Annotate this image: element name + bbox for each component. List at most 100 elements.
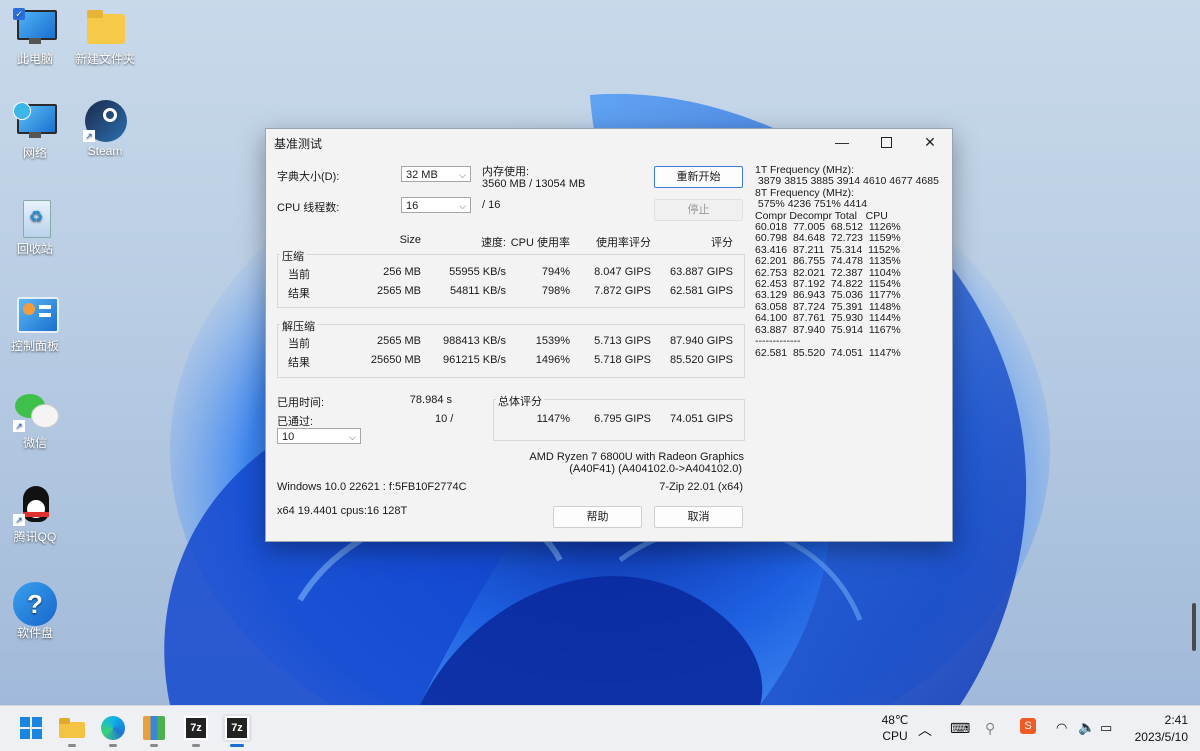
taskbar-7zip-1[interactable]: 7z xyxy=(182,714,210,747)
7zip-icon: 7z xyxy=(184,716,208,740)
decompress-group xyxy=(277,324,745,378)
ime-icon: ⚲ xyxy=(985,720,996,736)
maximize-button[interactable] xyxy=(864,129,908,155)
cancel-button[interactable]: 取消 xyxy=(654,506,743,528)
passed-label: 已通过: xyxy=(277,416,314,428)
total-rating: 74.051 GIPS xyxy=(670,413,733,425)
recycle-bin-icon: ♻ xyxy=(13,198,57,238)
threads-select[interactable]: 16 ⌵ xyxy=(401,197,471,213)
windows-logo-icon xyxy=(20,717,42,739)
log-line: ------------- xyxy=(755,335,801,348)
taskbar-edge[interactable] xyxy=(99,714,127,747)
row-label: 当前 xyxy=(288,269,310,281)
desktop-icon-this-pc[interactable]: ✓ 此电脑 xyxy=(3,8,67,66)
qq-icon: ↗ xyxy=(13,486,57,526)
threads-label: CPU 线程数: xyxy=(277,202,340,214)
desktop-icon-label: Steam xyxy=(87,144,123,158)
header-rating: 评分 xyxy=(711,237,733,249)
desktop-icon-network[interactable]: 网络 xyxy=(3,102,67,160)
taskbar-7zip-2[interactable]: 7z xyxy=(222,714,252,747)
row-speed: 961215 KB/s xyxy=(443,354,506,366)
os-info: Windows 10.0 22621 : f:5FB10F2774C xyxy=(277,481,467,493)
title-bar[interactable]: 基准测试 — ✕ xyxy=(266,129,952,155)
scrollbar-thumb[interactable] xyxy=(1192,603,1196,651)
wifi-button[interactable]: ◠ xyxy=(1056,720,1067,736)
desktop-icon-qq[interactable]: ↗ 腾讯QQ xyxy=(3,486,67,544)
battery-icon: ▭ xyxy=(1100,720,1113,735)
chevron-up-icon: ︿ xyxy=(918,722,932,738)
row-label: 结果 xyxy=(288,288,310,300)
desktop-icon-recycle-bin[interactable]: ♻ 回收站 xyxy=(3,198,67,256)
desktop-icon-new-folder[interactable]: 新建文件夹 xyxy=(73,8,137,66)
row-size: 25650 MB xyxy=(370,354,421,366)
log-line: 62.201 86.755 74.478 1135% xyxy=(755,255,901,268)
elapsed-value: 78.984 s xyxy=(409,394,452,406)
cpu-temperature[interactable]: 48℃ CPU xyxy=(880,713,910,743)
steam-icon: ↗ xyxy=(83,100,127,142)
total-rating-title: 总体评分 xyxy=(496,393,544,409)
minimize-button[interactable]: — xyxy=(820,129,864,155)
7zip-icon: 7z xyxy=(225,716,249,740)
desktop-icon-help[interactable]: ? 软件盘 xyxy=(3,582,67,640)
arch-info: x64 19.4401 cpus:16 128T xyxy=(277,505,408,517)
threads-total: / 16 xyxy=(482,199,501,211)
wifi-icon: ◠ xyxy=(1056,720,1068,735)
speaker-icon: 🔈 xyxy=(1078,719,1096,735)
chevron-down-icon: ⌵ xyxy=(459,170,466,180)
row-speed: 54811 KB/s xyxy=(449,285,506,297)
taskbar-archive-app[interactable] xyxy=(140,714,168,747)
taskbar-file-explorer[interactable] xyxy=(58,714,86,747)
total-rating-per-usage: 6.795 GIPS xyxy=(594,413,651,425)
clock-time: 2:41 xyxy=(1164,713,1188,727)
threads-value: 16 xyxy=(406,200,419,212)
app-version: 7-Zip 22.01 (x64) xyxy=(659,481,743,493)
desktop-icon-control-panel[interactable]: 控制面板 xyxy=(3,295,67,353)
start-button[interactable] xyxy=(17,714,45,742)
desktop-icon-wechat[interactable]: ↗ 微信 xyxy=(3,392,67,450)
desktop-icon-label: 控制面板 xyxy=(10,339,59,353)
close-button[interactable]: ✕ xyxy=(908,129,952,155)
wechat-icon: ↗ xyxy=(13,392,59,432)
control-panel-icon xyxy=(13,295,59,335)
desktop-icon-label: 微信 xyxy=(22,436,47,450)
dict-size-value: 32 MB xyxy=(406,169,438,181)
row-rating: 63.887 GIPS xyxy=(670,266,733,278)
edge-browser-icon xyxy=(101,716,125,740)
row-speed: 55955 KB/s xyxy=(449,266,506,278)
header-speed: 速度: xyxy=(480,237,506,249)
stop-button[interactable]: 停止 xyxy=(654,199,743,221)
help-button[interactable]: 帮助 xyxy=(553,506,642,528)
row-rating-per-usage: 5.718 GIPS xyxy=(594,354,651,366)
network-icon xyxy=(13,102,57,142)
keyboard-icon: ⌨ xyxy=(950,720,971,736)
log-line: 62.581 85.520 74.051 1147% xyxy=(755,346,901,359)
restart-button[interactable]: 重新开始 xyxy=(654,166,743,188)
total-usage: 1147% xyxy=(536,413,570,425)
show-hidden-icons-button[interactable]: ︿ xyxy=(918,720,932,740)
ime-button[interactable]: ⚲ xyxy=(985,720,995,737)
keyboard-button[interactable]: ⌨ xyxy=(950,720,970,737)
row-usage: 798% xyxy=(541,285,570,297)
header-size: Size xyxy=(399,234,421,246)
desktop-icon-steam[interactable]: ↗ Steam xyxy=(73,100,137,158)
cpu-name: AMD Ryzen 7 6800U with Radeon Graphics xyxy=(529,451,744,463)
desktop-icon-label: 回收站 xyxy=(16,242,53,256)
log-line: 575% 4236 751% 4414 xyxy=(755,198,868,211)
frequency-log: 1T Frequency (MHz): 3879 3815 3885 3914 … xyxy=(755,164,939,359)
minimize-icon: — xyxy=(835,134,849,150)
passes-select[interactable]: 10 ⌵ xyxy=(277,428,361,444)
dict-size-select[interactable]: 32 MB ⌵ xyxy=(401,166,471,182)
volume-button[interactable]: 🔈 xyxy=(1078,719,1095,736)
decompress-title: 解压缩 xyxy=(280,318,317,334)
folder-icon xyxy=(59,718,85,738)
sogou-ime-button[interactable]: S xyxy=(1020,718,1036,734)
battery-button[interactable]: ▭ xyxy=(1100,720,1112,736)
desktop-icon-label: 软件盘 xyxy=(16,626,53,640)
computer-icon: ✓ xyxy=(13,8,57,48)
header-rating-per-usage: 使用率评分 xyxy=(596,237,651,249)
dict-size-label: 字典大小(D): xyxy=(277,171,340,183)
clock[interactable]: 2:41 2023/5/10 xyxy=(1128,713,1188,744)
row-usage: 794% xyxy=(541,266,570,278)
desktop-icon-label: 新建文件夹 xyxy=(74,52,135,66)
passed-value: 10 / xyxy=(435,413,454,425)
